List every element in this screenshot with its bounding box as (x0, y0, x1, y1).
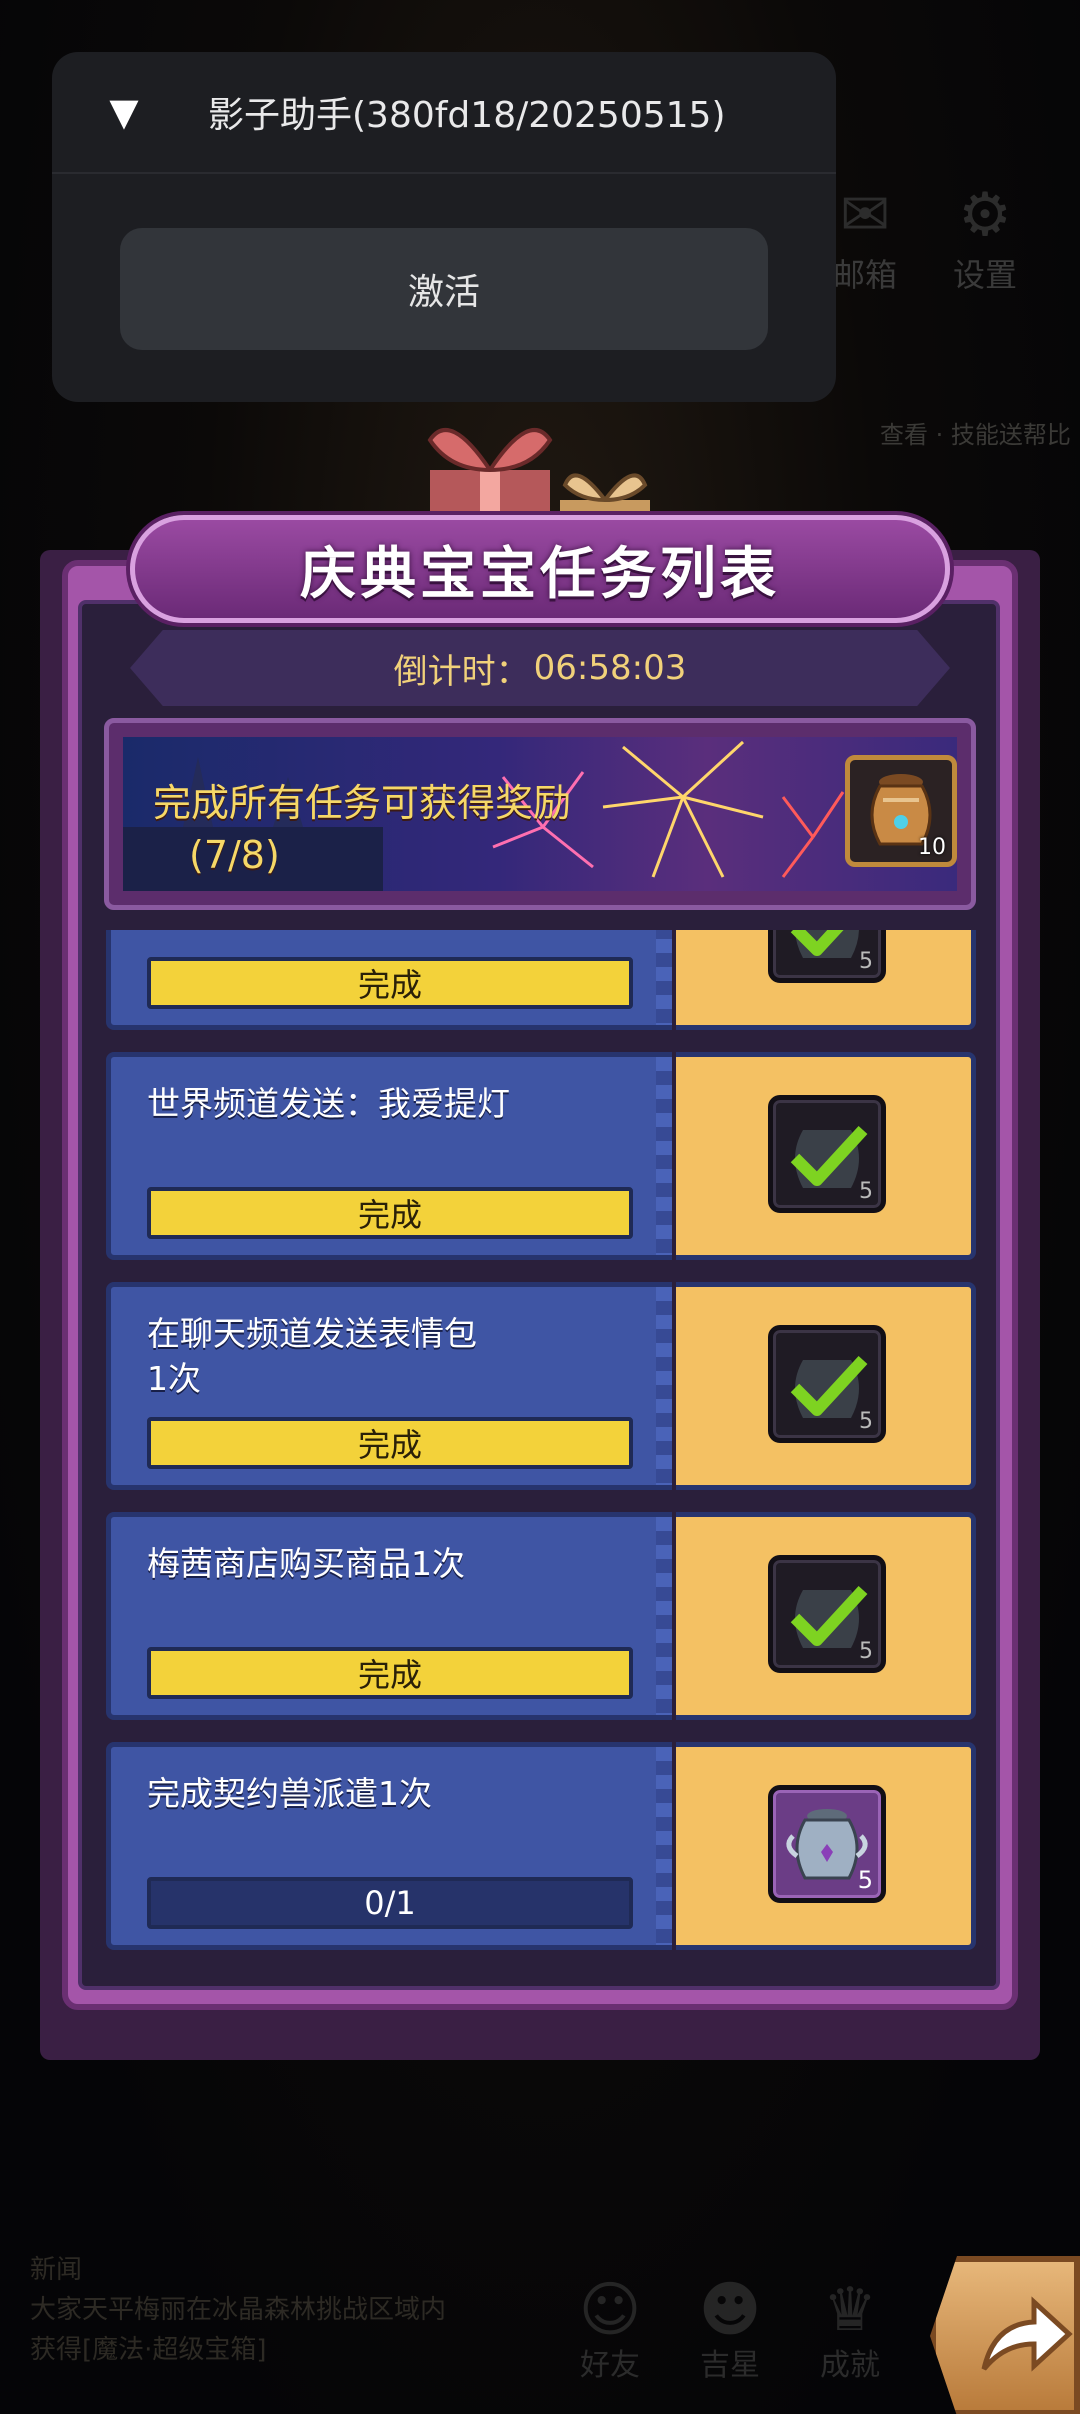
task-name: 完成契约兽派遣1次 (147, 1774, 432, 1813)
task-reward-qty: 5 (859, 1179, 873, 1204)
task-info: 世界频道发送：我爱提灯 完成 (106, 1052, 672, 1260)
countdown-value: 06:58:03 (533, 648, 687, 688)
panel-title-banner: 庆典宝宝任务列表 (130, 515, 950, 623)
collapse-toggle-icon[interactable]: ▼ (92, 90, 156, 134)
share-arrow-icon (981, 2296, 1073, 2372)
gear-icon: ⚙ (958, 180, 1012, 250)
task-info: 梅茜商店购买商品1次 完成 (106, 1512, 672, 1720)
background-mail-label: 邮箱 (832, 256, 897, 294)
task-row: 完成契约兽派遣1次 0/1 5 (104, 1742, 976, 1950)
all-tasks-reward-item[interactable]: 10 (845, 755, 957, 867)
trophy-icon: ♛ (823, 2275, 877, 2345)
helper-overlay: ▼ 影子助手(380fd18/20250515) 激活 (52, 52, 836, 402)
task-reward-qty: 5 (857, 1866, 873, 1894)
task-reward-item[interactable]: 5 (768, 930, 886, 983)
background-side-text: 查看 · 技能送帮比 (880, 421, 1071, 449)
fireworks-banner-image: 完成所有任务可获得奖励 (7/8) 10 (123, 737, 957, 891)
task-row: 梅茜商店购买商品1次 完成 5 (104, 1512, 976, 1720)
task-reward-qty: 5 (859, 1409, 873, 1434)
task-reward-item[interactable]: 5 (768, 1095, 886, 1213)
friends-icon: ☺ (578, 2275, 642, 2345)
task-list[interactable]: 完成 5 世界频道发送：我爱提灯 完成 5 在聊天频道发送表情包 1次 完成 5… (104, 930, 976, 1950)
all-tasks-reward-text: 完成所有任务可获得奖励 (7/8) (153, 777, 571, 881)
background-news: 新闻 大家天平梅丽在冰晶森林挑战区域内获得[魔法·超级宝箱] (30, 2250, 450, 2370)
task-info: 完成契约兽派遣1次 0/1 (106, 1742, 672, 1950)
background-nav-friends-label: 好友 (580, 2348, 640, 2383)
task-reward-cell: 5 (676, 1282, 976, 1490)
task-row: 完成 5 (104, 930, 976, 1030)
background-news-text: 大家天平梅丽在冰晶森林挑战区域内获得[魔法·超级宝箱] (30, 2295, 447, 2365)
all-tasks-reward-qty: 10 (918, 835, 946, 860)
background-nav-achieve-label: 成就 (820, 2348, 880, 2383)
share-button[interactable] (930, 2256, 1080, 2414)
task-status-bar: 完成 (147, 957, 633, 1009)
task-status-bar: 完成 (147, 1417, 633, 1469)
task-reward-cell: 5 (676, 1512, 976, 1720)
task-reward-qty: 5 (859, 949, 873, 974)
task-reward-cell: 5 (676, 930, 976, 1030)
countdown-label: 倒计时： (393, 651, 530, 692)
task-reward-item[interactable]: 5 (768, 1785, 886, 1903)
task-status-bar: 完成 (147, 1647, 633, 1699)
background-news-label: 新闻 (30, 2255, 83, 2285)
background-nav-pet-label: 吉星 (700, 2348, 760, 2383)
task-reward-item[interactable]: 5 (768, 1325, 886, 1443)
all-tasks-progress: (7/8) (189, 833, 280, 877)
helper-header: ▼ 影子助手(380fd18/20250515) (52, 52, 836, 174)
task-status-bar: 完成 (147, 1187, 633, 1239)
background-settings-label: 设置 (952, 256, 1017, 294)
background-nav-friends: ☺ 好友 (555, 2280, 665, 2384)
background-bottom-bar: 新闻 大家天平梅丽在冰晶森林挑战区域内获得[魔法·超级宝箱] ☺ 好友 ☻ 吉星… (0, 2240, 1080, 2414)
task-reward-item[interactable]: 5 (768, 1555, 886, 1673)
background-nav-achievements: ♛ 成就 (795, 2280, 905, 2384)
page-title: 庆典宝宝任务列表 (300, 541, 780, 607)
task-name: 在聊天频道发送表情包 1次 (147, 1314, 477, 1398)
task-name: 世界频道发送：我爱提灯 (147, 1084, 510, 1123)
task-reward-cell: 5 (676, 1052, 976, 1260)
background-nav-pet: ☻ 吉星 (675, 2280, 785, 2384)
task-name: 梅茜商店购买商品1次 (147, 1544, 465, 1583)
task-reward-qty: 5 (859, 1639, 873, 1664)
all-tasks-reward-label: 完成所有任务可获得奖励 (153, 781, 572, 825)
task-row: 在聊天频道发送表情包 1次 完成 5 (104, 1282, 976, 1490)
countdown-bar: 倒计时： 06:58:03 (130, 630, 950, 706)
task-reward-cell: 5 (676, 1742, 976, 1950)
task-row: 世界频道发送：我爱提灯 完成 5 (104, 1052, 976, 1260)
all-tasks-reward-banner: 完成所有任务可获得奖励 (7/8) 10 (104, 718, 976, 910)
task-info: 完成 (106, 930, 672, 1030)
task-info: 在聊天频道发送表情包 1次 完成 (106, 1282, 672, 1490)
helper-title: 影子助手(380fd18/20250515) (208, 95, 726, 136)
pet-icon: ☻ (698, 2275, 762, 2345)
background-settings-button: ⚙ 设置 (935, 180, 1035, 296)
task-progress-bar: 0/1 (147, 1877, 633, 1929)
activate-button[interactable]: 激活 (120, 228, 768, 350)
